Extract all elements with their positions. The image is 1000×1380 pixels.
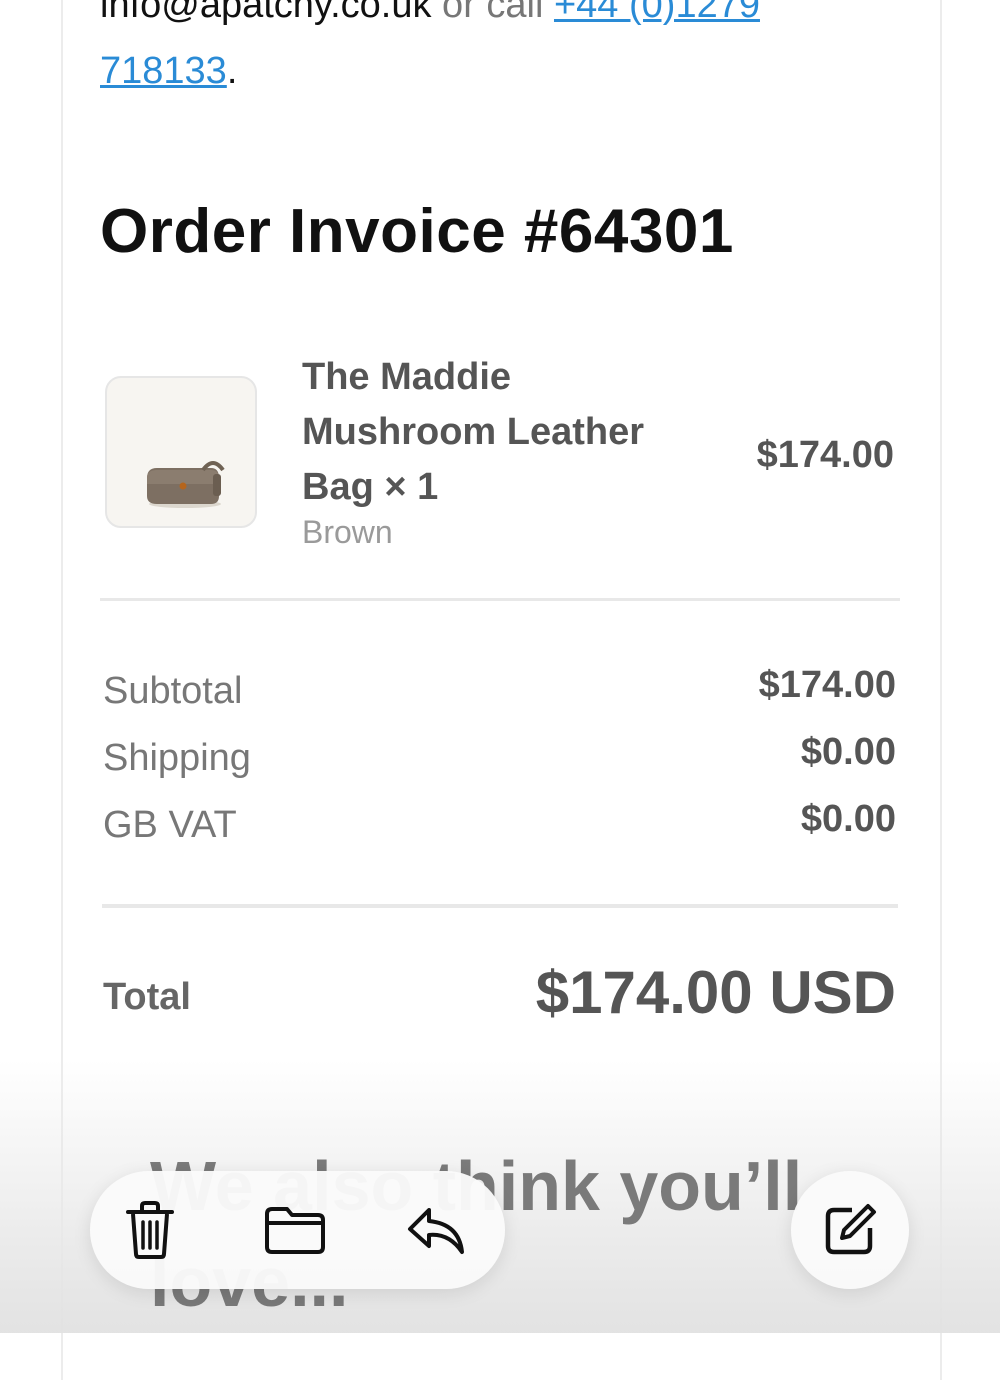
invoice-title: Order Invoice #64301: [100, 197, 734, 266]
divider: [102, 904, 898, 908]
product-thumbnail[interactable]: [105, 376, 257, 528]
vat-label: GB VAT: [103, 804, 237, 846]
product-price: $174.00: [756, 434, 894, 476]
delete-button[interactable]: [118, 1198, 182, 1262]
product-name: The Maddie Mushroom Leather Bag × 1: [302, 356, 645, 508]
total-value: $174.00 USD: [535, 959, 896, 1026]
move-to-folder-button[interactable]: [260, 1198, 330, 1262]
contact-period: .: [226, 50, 238, 92]
vat-value: $0.00: [800, 798, 896, 840]
trash-icon: [126, 1201, 174, 1259]
divider: [100, 598, 900, 601]
folder-icon: [265, 1207, 325, 1254]
contact-email[interactable]: info@apatchy.co.uk: [100, 0, 432, 26]
compose-button[interactable]: [791, 1171, 909, 1289]
compose-icon: [825, 1204, 876, 1255]
subtotal-label: Subtotal: [103, 670, 243, 712]
mail-toolbar: [90, 1171, 505, 1289]
leather-bag-thumbnail: [147, 461, 225, 508]
total-label: Total: [103, 976, 191, 1018]
shipping-label: Shipping: [103, 737, 251, 779]
subtotal-value: $174.00: [758, 664, 896, 706]
reply-icon: [408, 1208, 464, 1254]
contact-or-call: or call: [431, 0, 554, 26]
contact-line: info@apatchy.co.uk or call +44 (0)1279 7…: [100, 0, 840, 104]
product-variant: Brown: [302, 514, 393, 550]
reply-button[interactable]: [404, 1198, 468, 1262]
shipping-value: $0.00: [800, 731, 896, 773]
